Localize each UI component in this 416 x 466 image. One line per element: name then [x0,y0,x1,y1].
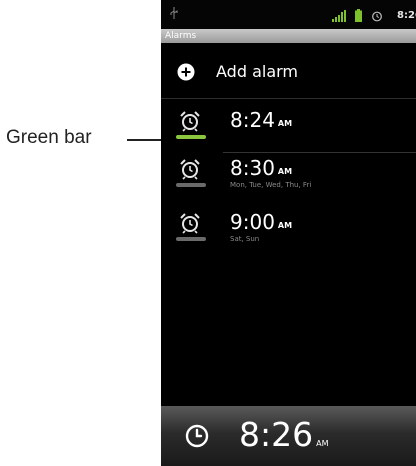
battery-icon [355,9,362,22]
add-alarm-button[interactable]: Add alarm [161,51,416,93]
add-alarm-label: Add alarm [216,62,298,81]
add-circle-icon [177,63,195,81]
status-bar: 8:26 [161,0,416,29]
clock-icon [185,424,209,448]
current-time: 8:26 AM [239,415,329,454]
alarm-days: Sat, Sun [230,235,260,243]
alarm-days: Mon, Tue, Wed, Thu, Fri [230,181,312,189]
alarm-status-icon [372,11,382,22]
page-title: Alarms [165,31,197,41]
alarm-time: 8:30 AM [230,156,293,180]
alarm-row[interactable]: 8:30 AM Mon, Tue, Wed, Thu, Fri [161,152,416,205]
bottom-clock-bar: 8:26 AM [161,406,416,466]
signal-icon [332,10,346,22]
phone-screen: 8:26 Alarms Add alarm 8:24AM [161,0,416,466]
callout-label: Green bar [6,127,92,148]
alarm-clock-icon[interactable] [179,212,201,234]
alarm-enabled-indicator [176,135,206,139]
title-bar: Alarms [161,29,416,43]
alarm-clock-icon[interactable] [179,158,201,180]
alarm-enabled-indicator [176,237,206,241]
alarm-row[interactable]: 9:00 AM Sat, Sun [161,206,416,259]
alarm-clock-icon[interactable] [179,110,201,132]
alarm-row[interactable]: 8:24 AM [161,104,416,157]
usb-icon [170,7,178,19]
status-time: 8:26 [397,10,416,21]
divider [161,98,416,99]
alarm-time: 8:24 AM [230,108,293,132]
alarm-enabled-indicator [176,183,206,187]
alarm-time: 9:00 AM [230,210,293,234]
